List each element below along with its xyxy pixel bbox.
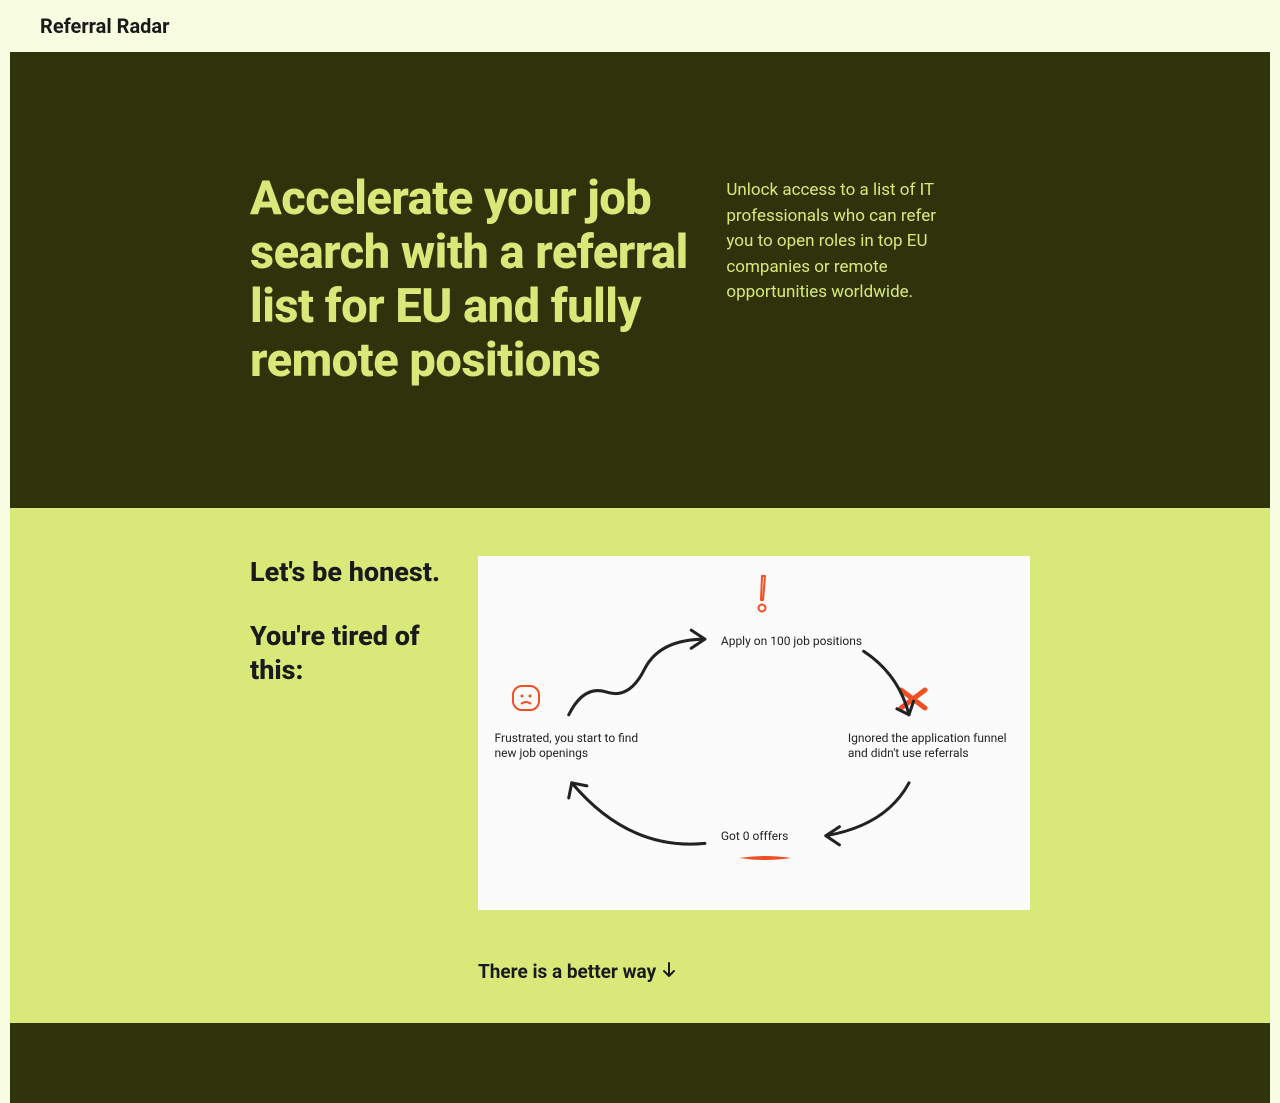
diagram-label-apply: Apply on 100 job positions [721,634,862,649]
brand-title: Referral Radar [40,14,1240,38]
diagram-label-ignored: Ignored the application funnel and didn'… [848,731,1025,761]
diagram-label-offers: Got 0 offfers [721,829,788,844]
next-section-peek [10,1023,1270,1103]
site-header: Referral Radar [0,0,1280,52]
hero-title: Accelerate your job search with a referr… [250,172,702,388]
honest-heading-block: Let's be honest. You're tired of this: [250,556,450,717]
hero-subtitle: Unlock access to a list of IT profession… [726,172,937,388]
diagram-label-frustrated: Frustrated, you start to find new job op… [495,731,661,761]
cycle-diagram: Apply on 100 job positions Ignored the a… [478,556,1030,910]
arrow-down-icon [662,960,676,983]
hero-section: Accelerate your job search with a referr… [10,52,1270,508]
honest-line-1: Let's be honest. [250,556,450,590]
better-way-label: There is a better way [478,960,656,983]
better-way-text: There is a better way [478,960,1030,983]
honest-line-2: You're tired of this: [250,620,450,688]
honest-section: Let's be honest. You're tired of this: [10,508,1270,1023]
